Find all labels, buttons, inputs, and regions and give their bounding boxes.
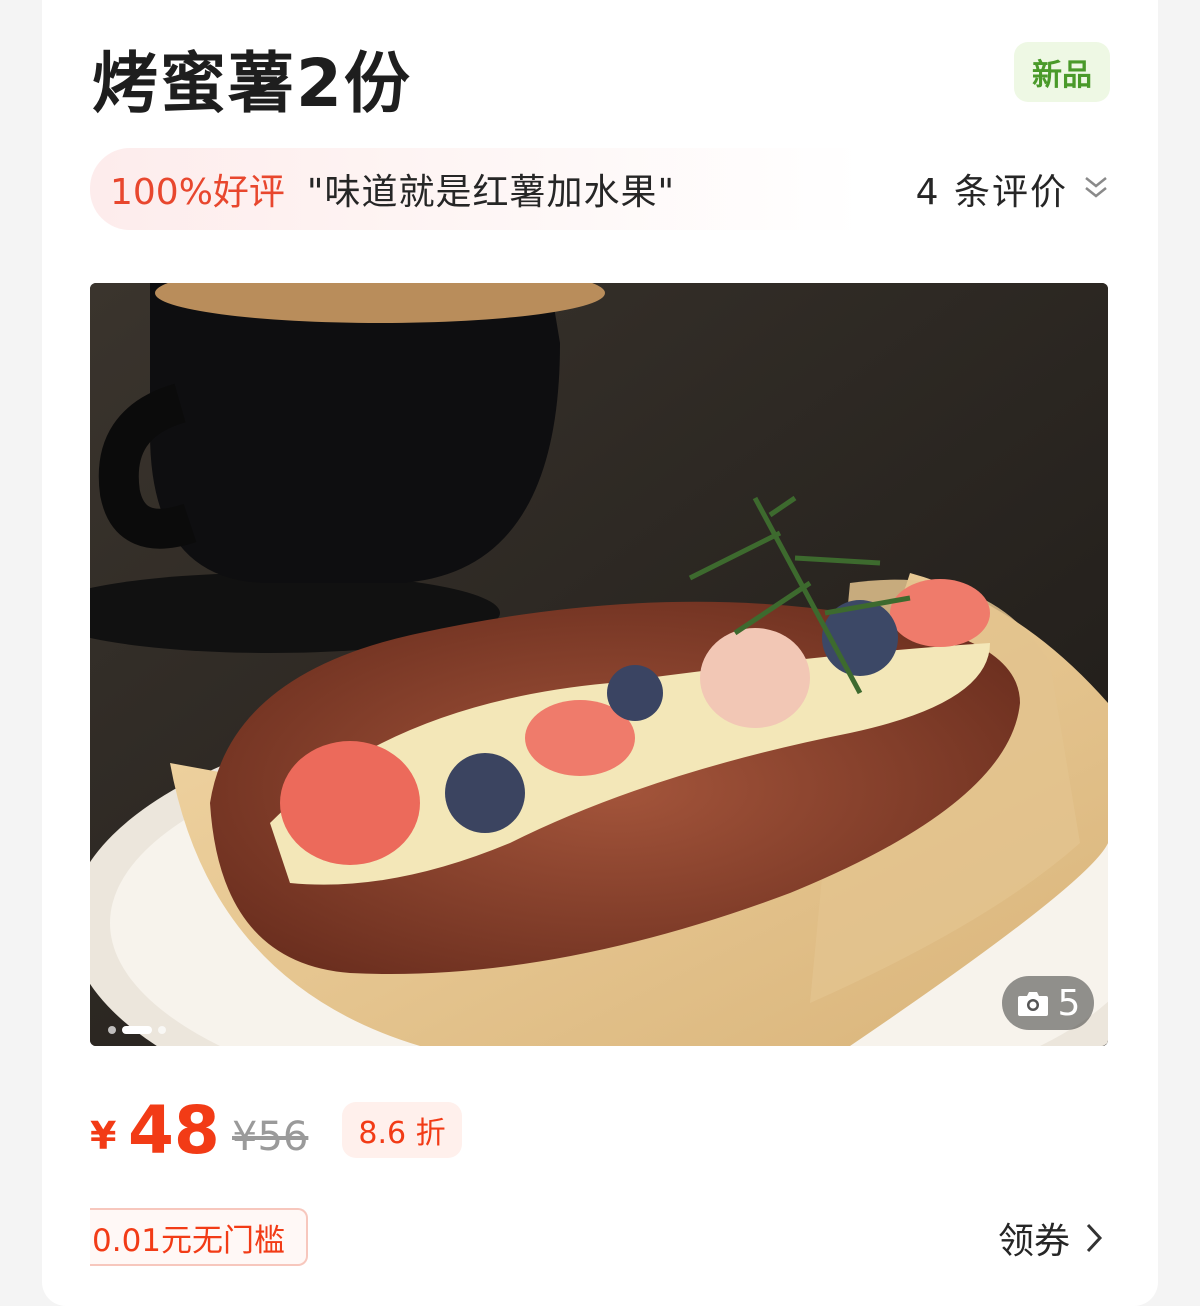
coupon-tag[interactable]: 0.01元无门槛 (90, 1208, 308, 1266)
chevron-down-icon[interactable] (1080, 172, 1112, 206)
discount-badge: 8.6 折 (342, 1102, 462, 1158)
current-price: 48 (128, 1092, 220, 1169)
carousel-dot[interactable] (158, 1026, 166, 1034)
review-count[interactable]: 4 条评价 (916, 163, 1068, 215)
product-card: 烤蜜薯2份 新品 100%好评 "味道就是红薯加水果" 4 条评价 5 ¥ 48… (42, 0, 1158, 1306)
carousel-dots (108, 1026, 166, 1034)
product-photo[interactable]: 5 (90, 283, 1108, 1046)
sweet-potato-image (90, 283, 1108, 1046)
get-coupon-label: 领券 (998, 1221, 1071, 1262)
new-badge: 新品 (1014, 42, 1110, 102)
photo-count: 5 (1057, 982, 1081, 1024)
review-quote: "味道就是红薯加水果" (306, 172, 676, 213)
photo-count-badge[interactable]: 5 (1002, 976, 1094, 1030)
price-row: ¥ 48 ¥56 8.6 折 (90, 1092, 790, 1172)
currency-symbol: ¥ (90, 1114, 117, 1158)
positive-rating: 100%好评 (110, 172, 285, 213)
product-title: 烤蜜薯2份 (92, 45, 412, 122)
chevron-right-icon (1086, 1223, 1103, 1253)
review-summary-bar[interactable]: 100%好评 "味道就是红薯加水果" 4 条评价 (90, 148, 1120, 230)
carousel-dot[interactable] (108, 1026, 116, 1034)
camera-icon (1017, 992, 1048, 1016)
original-price: ¥56 (232, 1114, 309, 1160)
get-coupon-button[interactable]: 领券 (998, 1210, 1104, 1266)
carousel-dot-active[interactable] (122, 1026, 152, 1034)
